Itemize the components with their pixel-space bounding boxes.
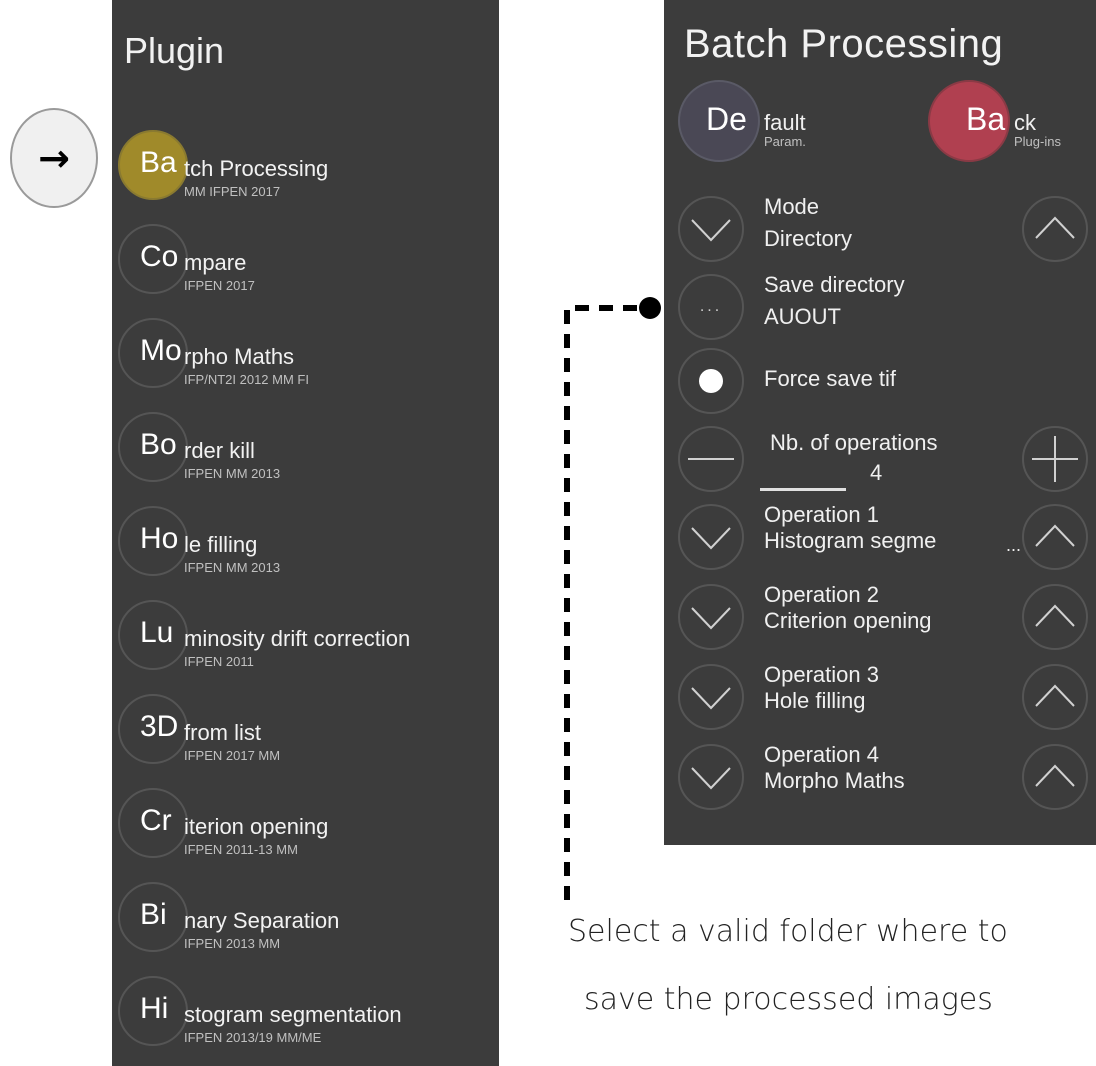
connector-dot <box>639 297 661 319</box>
caption-line-2: save the processed images <box>584 982 993 1017</box>
annotation-connector <box>564 297 661 900</box>
caption-line-1: Select a valid folder where to <box>568 914 1008 949</box>
